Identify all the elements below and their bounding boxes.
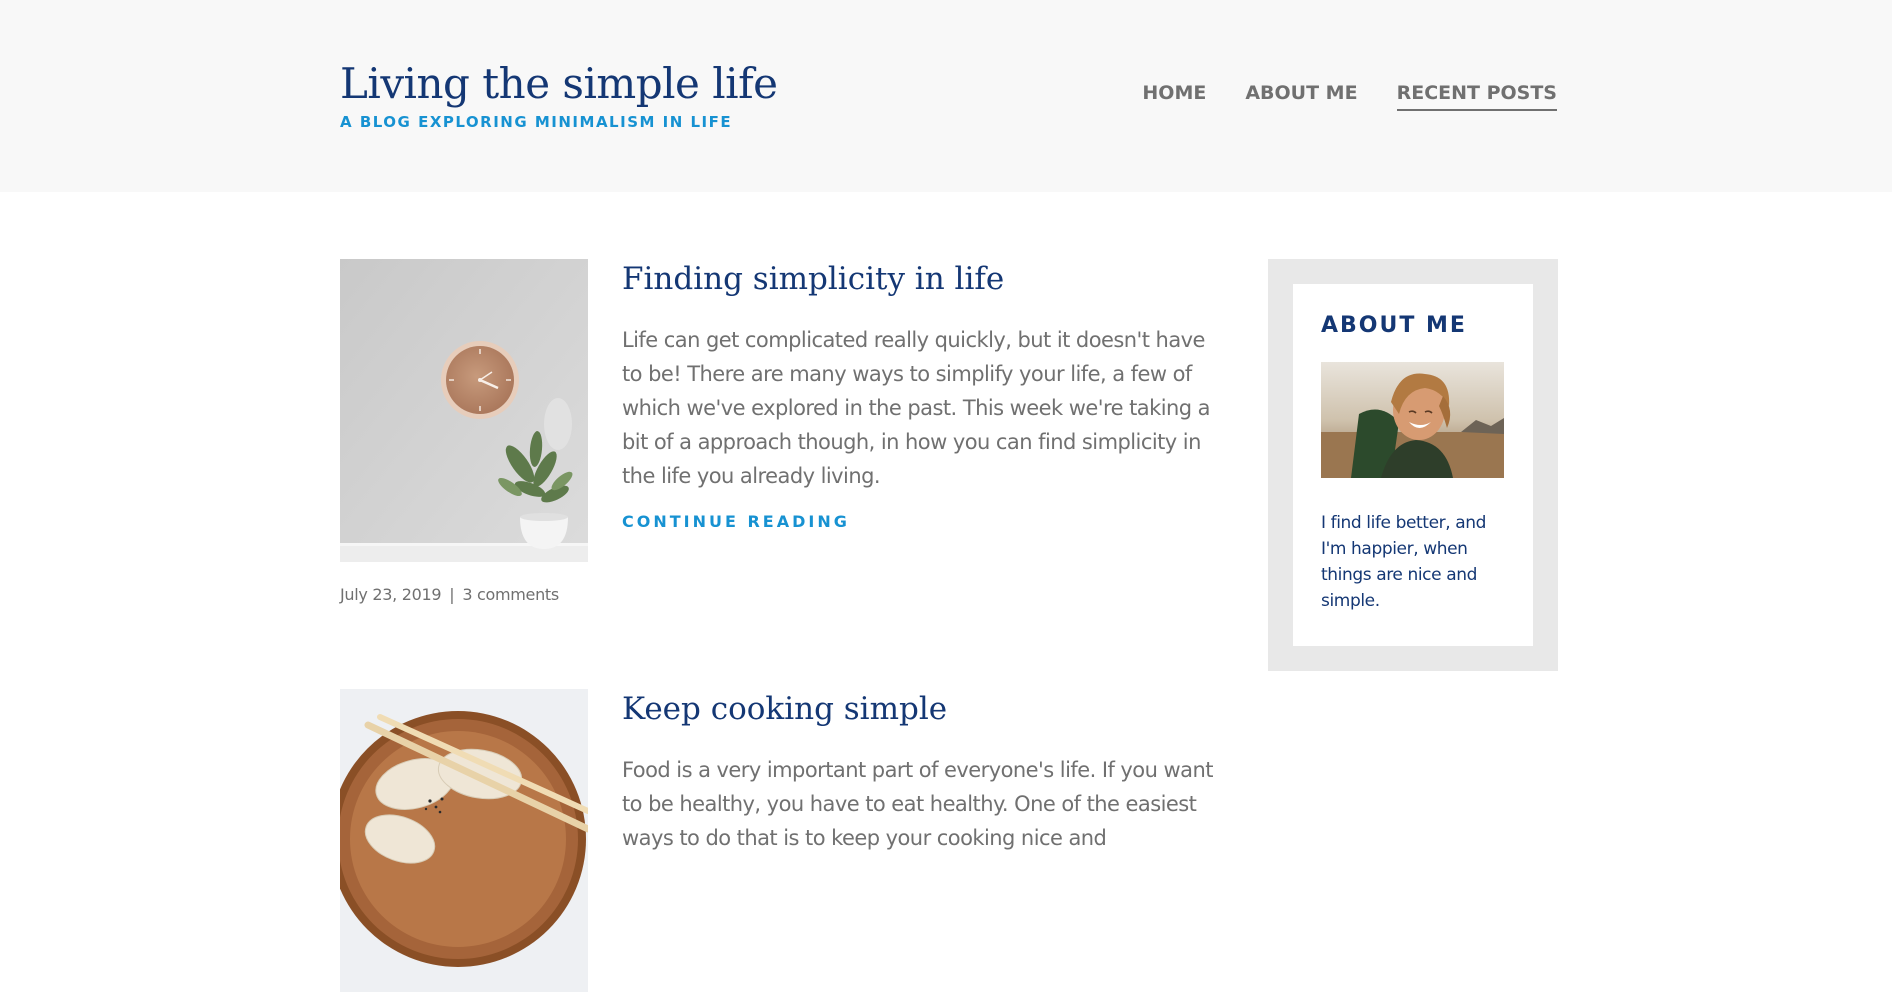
widget-title: About me <box>1321 313 1467 338</box>
meta-separator: | <box>449 585 455 604</box>
clock-and-plant-photo <box>340 259 588 562</box>
nav-home-link[interactable]: Home <box>1142 82 1206 111</box>
about-me-photo <box>1321 362 1504 478</box>
post-meta: July 23, 2019 | 3 comments <box>340 585 559 604</box>
widget-card: About me <box>1293 284 1533 646</box>
post-title[interactable]: Finding simplicity in life <box>622 259 1222 299</box>
brand: Living the simple life A blog exploring … <box>340 58 778 131</box>
site-subtitle: A blog exploring minimalism in life <box>340 113 733 131</box>
post-title[interactable]: Keep cooking simple <box>622 689 1222 729</box>
continue-reading-link[interactable]: Continue reading <box>622 512 850 531</box>
post-excerpt: Food is a very important part of everyon… <box>622 758 1213 850</box>
site-title[interactable]: Living the simple life <box>340 58 778 110</box>
site-header: Living the simple life A blog exploring … <box>0 0 1892 192</box>
post-body: Keep cooking simple Food is a very impor… <box>622 689 1222 855</box>
post-excerpt: Life can get complicated really quickly,… <box>622 328 1211 488</box>
post-date: July 23, 2019 <box>340 585 442 604</box>
main-nav: Home About me Recent posts <box>1142 82 1557 111</box>
nav-about-link[interactable]: About me <box>1245 82 1357 111</box>
post-body: Finding simplicity in life Life can get … <box>622 259 1222 531</box>
about-me-widget: About me <box>1268 259 1558 671</box>
about-me-text: I find life better, and I'm happier, whe… <box>1321 513 1487 611</box>
dumplings-with-chopsticks-photo <box>340 689 588 992</box>
nav-recent-posts-link[interactable]: Recent posts <box>1396 82 1557 111</box>
post-thumbnail-dumplings[interactable] <box>340 689 588 992</box>
post-comments-link[interactable]: 3 comments <box>462 585 559 604</box>
post-thumbnail-clock[interactable] <box>340 259 588 562</box>
smiling-man-portrait-photo <box>1321 362 1504 478</box>
